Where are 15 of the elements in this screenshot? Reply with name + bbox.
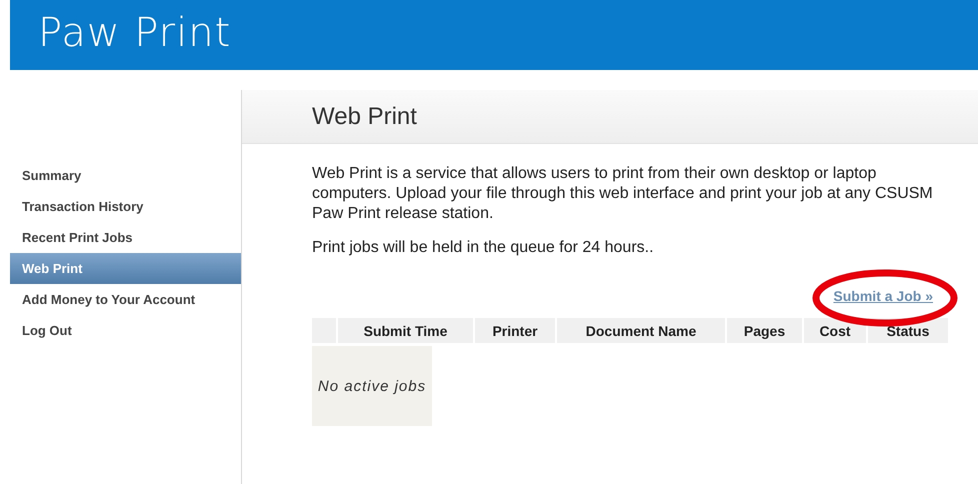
column-header: Cost <box>804 318 866 343</box>
sidebar-item[interactable]: Log Out <box>10 315 241 346</box>
column-header: Pages <box>727 318 802 343</box>
sidebar-item[interactable]: Recent Print Jobs <box>10 222 241 253</box>
column-header: Printer <box>475 318 555 343</box>
column-header: Document Name <box>557 318 725 343</box>
description-text: Print jobs will be held in the queue for 24 hours.. <box>312 238 655 258</box>
sidebar-item[interactable]: Summary <box>10 160 241 191</box>
page-title: Web Print <box>312 102 417 130</box>
empty-message: No active jobs <box>312 346 432 426</box>
logo: Paw Print <box>38 10 232 56</box>
description-text: Web Print is a service that allows users to print from their own desktop or laptop computers. Upload your file through this web interface and print your job at any CSUSM Paw Print release station. <box>312 164 934 224</box>
sidebar-item[interactable]: Add Money to Your Account <box>10 284 241 315</box>
column-header: Submit Time <box>338 318 473 343</box>
sidebar-item[interactable]: Transaction History <box>10 191 241 222</box>
